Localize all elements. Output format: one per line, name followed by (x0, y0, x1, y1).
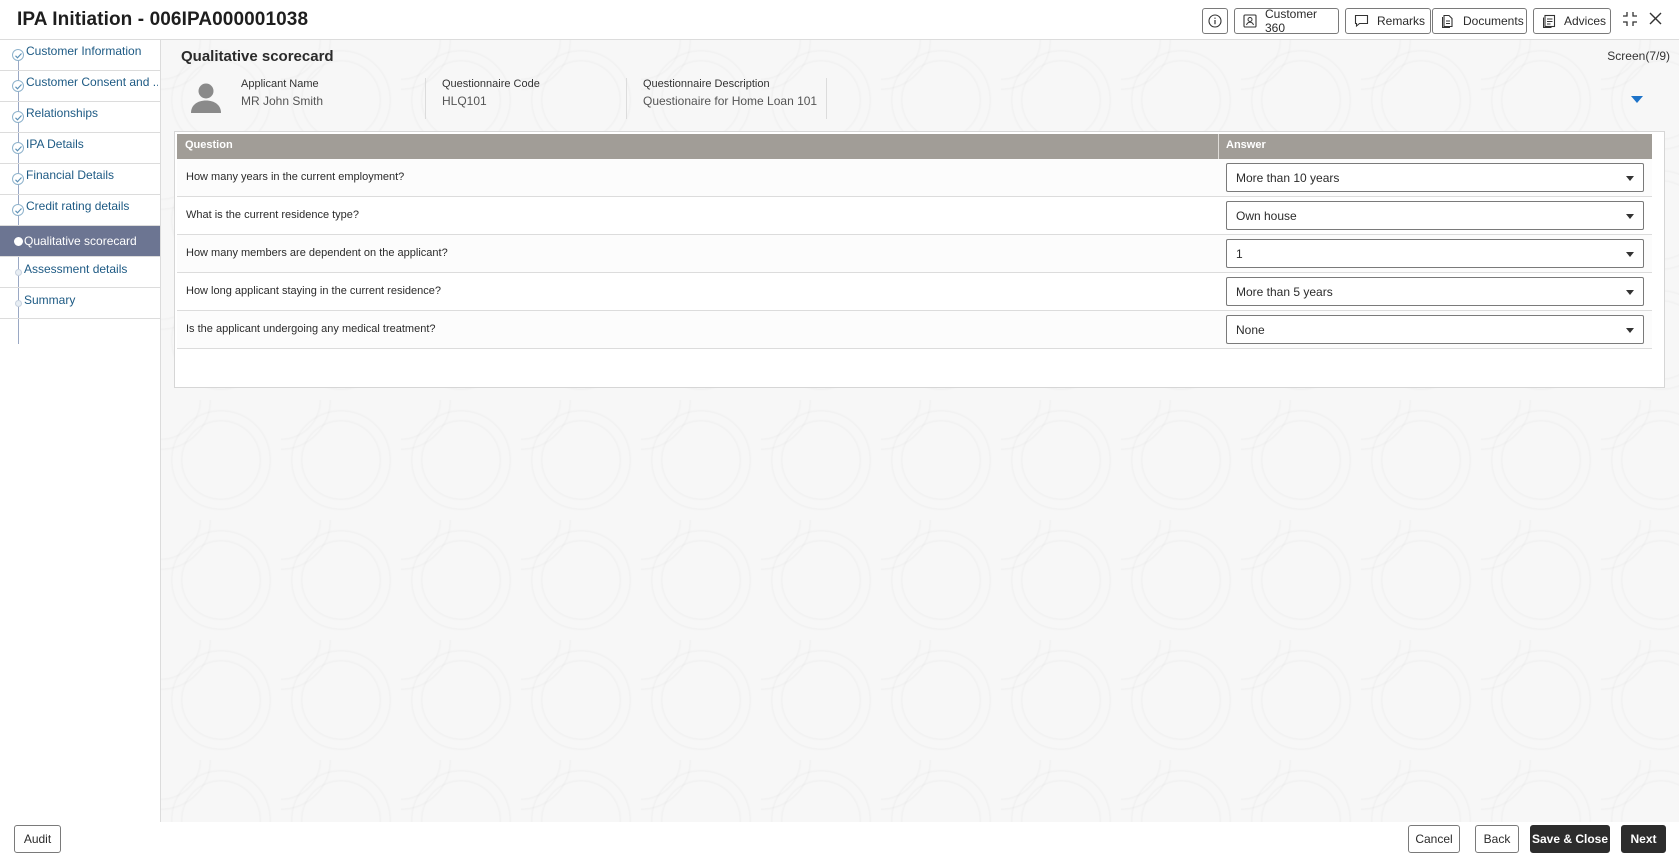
save-and-close-button[interactable]: Save & Close (1530, 825, 1610, 853)
answer-select[interactable]: More than 10 years (1226, 163, 1644, 192)
table-row: What is the current residence type? Own … (177, 197, 1652, 235)
documents-button[interactable]: Documents (1432, 8, 1527, 34)
sidebar-item-label: Customer Information (26, 44, 142, 58)
chevron-down-icon (1626, 176, 1634, 181)
check-circle-icon (12, 80, 24, 92)
questionnaire-description-value: Questionaire for Home Loan 101 (643, 94, 818, 108)
sidebar-item-qualitative-scorecard[interactable]: Qualitative scorecard (0, 226, 160, 257)
close-icon[interactable] (1648, 11, 1663, 26)
sidebar-item-label: Credit rating details (26, 199, 130, 213)
pending-step-dot-icon (15, 269, 22, 276)
sidebar-item-summary[interactable]: Summary (0, 288, 160, 319)
screen-counter: Screen(7/9) (1607, 49, 1670, 63)
page-title: IPA Initiation - 006IPA000001038 (17, 9, 309, 30)
column-divider (1218, 134, 1219, 159)
section-title: Qualitative scorecard (181, 48, 334, 65)
customer-360-label: Customer 360 (1265, 7, 1318, 35)
document-icon (1442, 14, 1453, 28)
minimize-window-icon[interactable] (1622, 11, 1638, 27)
answer-selected-value: 1 (1236, 247, 1243, 261)
question-text: How many members are dependent on the ap… (186, 247, 448, 259)
check-circle-icon (12, 49, 24, 61)
questionnaire-code-field: Questionnaire Code HLQ101 (442, 78, 622, 120)
applicant-name-value: MR John Smith (241, 94, 324, 108)
sidebar-item-customer-consent[interactable]: Customer Consent and ... (0, 71, 160, 102)
sidebar-item-label: Customer Consent and ... (26, 75, 158, 89)
scorecard-table: Question Answer How many years in the cu… (174, 131, 1665, 388)
remarks-label: Remarks (1377, 14, 1426, 28)
table-header: Question Answer (177, 134, 1652, 159)
current-step-dot-icon (14, 237, 23, 246)
table-row: How many years in the current employment… (177, 159, 1652, 197)
step-navigation: Customer Information Customer Consent an… (0, 40, 161, 822)
table-row: How many members are dependent on the ap… (177, 235, 1652, 273)
table-row: Is the applicant undergoing any medical … (177, 311, 1652, 349)
questionnaire-description-field: Questionnaire Description Questionaire f… (643, 78, 823, 120)
answer-select[interactable]: None (1226, 315, 1644, 344)
advices-button[interactable]: Advices (1533, 8, 1611, 34)
answer-select[interactable]: 1 (1226, 239, 1644, 268)
comment-icon (1354, 14, 1369, 28)
questionnaire-description-label: Questionnaire Description (643, 78, 770, 90)
remarks-button[interactable]: Remarks (1345, 8, 1431, 34)
applicant-name-field: Applicant Name MR John Smith (241, 78, 421, 120)
check-circle-icon (12, 111, 24, 123)
app-header: IPA Initiation - 006IPA000001038 Custome… (0, 0, 1679, 40)
chevron-down-icon (1626, 214, 1634, 219)
table-row: How long applicant staying in the curren… (177, 273, 1652, 311)
chevron-down-icon (1626, 328, 1634, 333)
sidebar-item-label: Summary (24, 293, 76, 307)
check-circle-icon (12, 204, 24, 216)
check-circle-icon (12, 173, 24, 185)
sidebar-item-assessment-details[interactable]: Assessment details (0, 257, 160, 288)
advice-list-icon (1543, 14, 1556, 28)
column-header-answer: Answer (1226, 139, 1266, 151)
sidebar-item-label: Financial Details (26, 168, 115, 182)
sidebar-item-label: IPA Details (26, 137, 84, 151)
user-avatar-icon (191, 83, 221, 113)
questionnaire-code-value: HLQ101 (442, 94, 487, 108)
answer-select[interactable]: More than 5 years (1226, 277, 1644, 306)
back-button[interactable]: Back (1475, 825, 1519, 853)
divider (626, 78, 627, 119)
sidebar-item-relationships[interactable]: Relationships (0, 102, 160, 133)
applicant-name-label: Applicant Name (241, 78, 319, 90)
pending-step-dot-icon (15, 300, 22, 307)
divider (425, 78, 426, 119)
questionnaire-code-label: Questionnaire Code (442, 78, 540, 90)
column-header-question: Question (185, 139, 233, 151)
customer-card-icon (1243, 14, 1257, 28)
check-circle-icon (12, 142, 24, 154)
answer-select[interactable]: Own house (1226, 201, 1644, 230)
answer-selected-value: None (1236, 323, 1265, 337)
chevron-down-icon (1626, 252, 1634, 257)
sidebar-item-label: Relationships (26, 106, 99, 120)
next-button[interactable]: Next (1621, 825, 1666, 853)
sidebar-item-financial-details[interactable]: Financial Details (0, 164, 160, 195)
sidebar-item-ipa-details[interactable]: IPA Details (0, 133, 160, 164)
chevron-down-icon (1626, 290, 1634, 295)
audit-button[interactable]: Audit (14, 825, 61, 853)
answer-selected-value: More than 5 years (1236, 285, 1333, 299)
footer-bar: Audit Cancel Back Save & Close Next (0, 822, 1679, 857)
info-button[interactable] (1202, 8, 1228, 34)
expand-caret-icon[interactable] (1631, 96, 1643, 104)
sidebar-item-credit-rating-details[interactable]: Credit rating details (0, 195, 160, 226)
question-text: What is the current residence type? (186, 209, 360, 221)
main-content: Qualitative scorecard Screen(7/9) Applic… (161, 40, 1679, 822)
question-text: How many years in the current employment… (186, 171, 405, 183)
advices-label: Advices (1564, 14, 1607, 28)
answer-selected-value: Own house (1236, 209, 1297, 223)
info-icon (1208, 14, 1222, 28)
customer-360-button[interactable]: Customer 360 (1234, 7, 1339, 35)
answer-selected-value: More than 10 years (1236, 171, 1340, 185)
question-text: Is the applicant undergoing any medical … (186, 323, 436, 335)
question-text: How long applicant staying in the curren… (186, 285, 441, 297)
sidebar-item-label: Qualitative scorecard (24, 234, 137, 248)
cancel-button[interactable]: Cancel (1408, 825, 1460, 853)
sidebar-item-label: Assessment details (24, 262, 128, 276)
divider (826, 78, 827, 119)
sidebar-item-customer-information[interactable]: Customer Information (0, 40, 160, 71)
documents-label: Documents (1463, 14, 1524, 28)
